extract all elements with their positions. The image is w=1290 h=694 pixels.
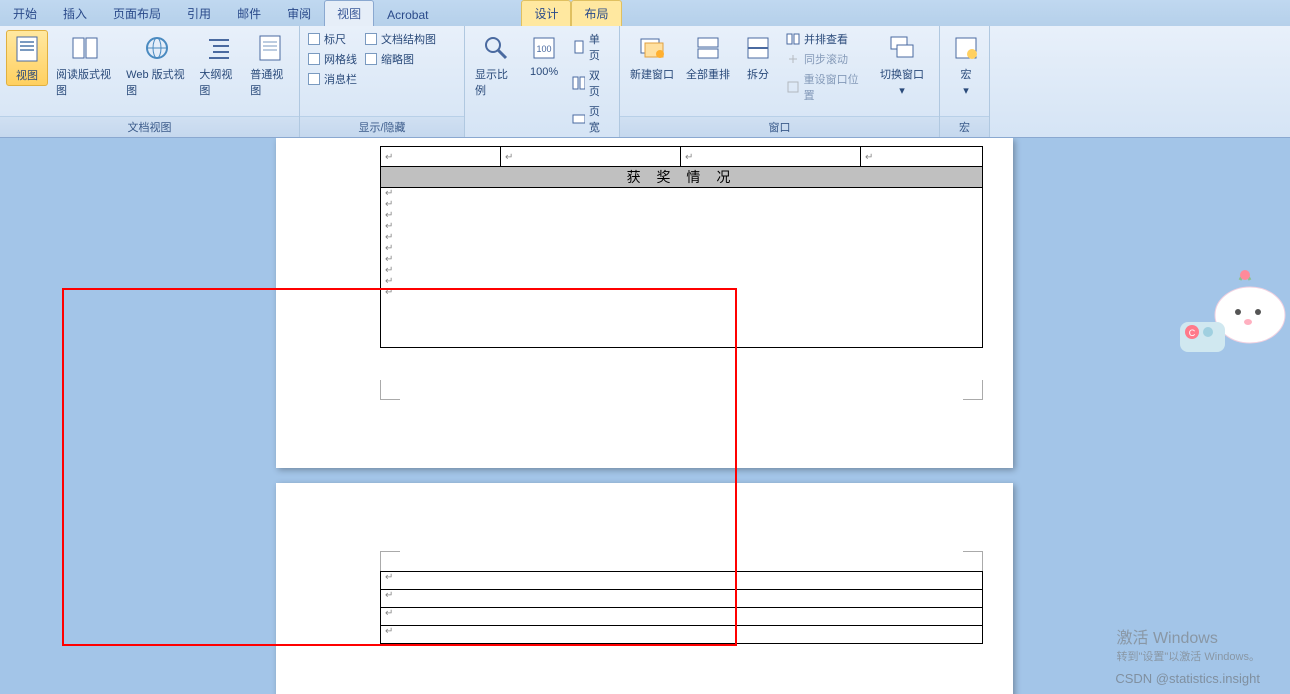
normal-view-icon [254, 32, 286, 64]
reading-view-button[interactable]: 阅读版式视图 [52, 30, 118, 100]
macros-icon [950, 32, 982, 64]
normal-view-button[interactable]: 普通视图 [246, 30, 293, 100]
group-label-window: 窗口 [620, 116, 939, 137]
group-label-macros: 宏 [940, 116, 989, 137]
svg-text:C: C [1189, 328, 1196, 338]
checkbox-icon [308, 73, 320, 85]
table-row[interactable]: ↵ [381, 590, 983, 608]
tab-page-layout[interactable]: 页面布局 [100, 0, 174, 26]
group-show-hide: 标尺 网格线 消息栏 文档结构图 缩略图 显示/隐藏 [300, 26, 465, 137]
split-button[interactable]: 拆分 [738, 30, 778, 84]
switch-window-button[interactable]: 切换窗口 ▾ [876, 30, 928, 99]
zoom-100-button[interactable]: 100 100% [524, 30, 564, 80]
page-corner-icon [380, 380, 400, 400]
macros-button[interactable]: 宏 ▾ [946, 30, 986, 99]
group-macros: 宏 ▾ 宏 [940, 26, 990, 137]
page-corner-icon [963, 380, 983, 400]
zoom-button[interactable]: 显示比例 [471, 30, 520, 100]
checkbox-icon [308, 53, 320, 65]
tab-design[interactable]: 设计 [521, 0, 571, 26]
decorative-sticker: C [1180, 260, 1290, 355]
new-window-icon [636, 32, 668, 64]
table-row[interactable]: ↵ ↵ ↵ ↵ [381, 147, 983, 167]
table-row[interactable]: ↵ [381, 572, 983, 590]
page-view-icon [11, 33, 43, 65]
document-table[interactable]: ↵ ↵ ↵ ↵ 获 奖 情 况 ↵ ↵ ↵ ↵ ↵ ↵ ↵ ↵ ↵ [380, 146, 983, 348]
table-row[interactable]: ↵ [381, 626, 983, 644]
reading-view-label: 阅读版式视图 [56, 66, 114, 98]
zoom-100-icon: 100 [528, 32, 560, 64]
ribbon-tabs: 开始 插入 页面布局 引用 邮件 审阅 视图 Acrobat 设计 布局 [0, 0, 1290, 26]
group-label-doc-views: 文档视图 [0, 116, 299, 137]
tab-view[interactable]: 视图 [324, 0, 374, 26]
arrange-all-button[interactable]: 全部重排 [682, 30, 734, 84]
normal-view-label: 普通视图 [250, 66, 289, 98]
page-view-button[interactable]: 视图 [6, 30, 48, 86]
chevron-down-icon: ▾ [963, 84, 969, 97]
tab-start[interactable]: 开始 [0, 0, 50, 26]
web-view-button[interactable]: Web 版式视图 [122, 30, 191, 100]
group-zoom: 显示比例 100 100% 单页 双页 页宽 显示比例 [465, 26, 620, 137]
document-page-1[interactable]: ↵ ↵ ↵ ↵ 获 奖 情 况 ↵ ↵ ↵ ↵ ↵ ↵ ↵ ↵ ↵ [276, 138, 1013, 468]
page-view-label: 视图 [16, 67, 38, 83]
tab-review[interactable]: 审阅 [274, 0, 324, 26]
reset-window-pos-button[interactable]: 重设窗口位置 [782, 70, 872, 104]
outline-view-button[interactable]: 大纲视图 [195, 30, 242, 100]
chevron-down-icon: ▾ [899, 84, 905, 97]
web-view-label: Web 版式视图 [126, 66, 187, 98]
outline-view-icon [203, 32, 235, 64]
gridlines-checkbox[interactable]: 网格线 [306, 50, 359, 68]
outline-view-label: 大纲视图 [199, 66, 238, 98]
svg-text:100: 100 [537, 44, 552, 54]
one-page-button[interactable]: 单页 [568, 30, 613, 64]
group-window: 新建窗口 全部重排 拆分 并排查看 同步滚动 重设窗口位置 切换窗口 ▾ 窗口 [620, 26, 940, 137]
section-header-cell[interactable]: 获 奖 情 况 [381, 167, 983, 188]
table-row-header[interactable]: 获 奖 情 况 [381, 167, 983, 188]
group-doc-views: 视图 阅读版式视图 Web 版式视图 大纲视图 普通视图 文档视图 [0, 26, 300, 137]
tab-layout[interactable]: 布局 [571, 0, 621, 26]
table-row[interactable]: ↵ [381, 608, 983, 626]
checkbox-icon [365, 53, 377, 65]
checkbox-icon [308, 33, 320, 45]
tab-acrobat[interactable]: Acrobat [374, 3, 441, 26]
group-label-show-hide: 显示/隐藏 [300, 116, 464, 137]
tab-mail[interactable]: 邮件 [224, 0, 274, 26]
docmap-checkbox[interactable]: 文档结构图 [363, 30, 438, 48]
tab-insert[interactable]: 插入 [50, 0, 100, 26]
document-page-2[interactable]: ↵ ↵ ↵ ↵ [276, 483, 1013, 694]
messagebar-checkbox[interactable]: 消息栏 [306, 70, 359, 88]
page-corner-icon [380, 551, 400, 571]
csdn-watermark: CSDN @statistics.insight [1115, 671, 1260, 686]
ruler-checkbox[interactable]: 标尺 [306, 30, 359, 48]
reading-view-icon [69, 32, 101, 64]
split-icon [742, 32, 774, 64]
magnifier-icon [480, 32, 512, 64]
new-window-button[interactable]: 新建窗口 [626, 30, 678, 84]
table-row[interactable]: ↵ ↵ ↵ ↵ ↵ ↵ ↵ ↵ ↵ ↵ [381, 188, 983, 348]
arrange-all-icon [692, 32, 724, 64]
two-pages-button[interactable]: 双页 [568, 66, 613, 100]
workspace[interactable]: ↵ ↵ ↵ ↵ 获 奖 情 况 ↵ ↵ ↵ ↵ ↵ ↵ ↵ ↵ ↵ [0, 138, 1290, 694]
activate-windows-watermark: 激活 Windows 转到"设置"以激活 Windows。 [1117, 624, 1261, 664]
ribbon: 视图 阅读版式视图 Web 版式视图 大纲视图 普通视图 文档视图 [0, 26, 1290, 138]
web-view-icon [141, 32, 173, 64]
page-corner-icon [963, 551, 983, 571]
side-by-side-button[interactable]: 并排查看 [782, 30, 872, 48]
page-width-button[interactable]: 页宽 [568, 102, 613, 136]
checkbox-icon [365, 33, 377, 45]
thumbnails-checkbox[interactable]: 缩略图 [363, 50, 438, 68]
sync-scroll-button[interactable]: 同步滚动 [782, 50, 872, 68]
switch-window-icon [886, 32, 918, 64]
document-table-2[interactable]: ↵ ↵ ↵ ↵ [380, 571, 983, 644]
tab-reference[interactable]: 引用 [174, 0, 224, 26]
